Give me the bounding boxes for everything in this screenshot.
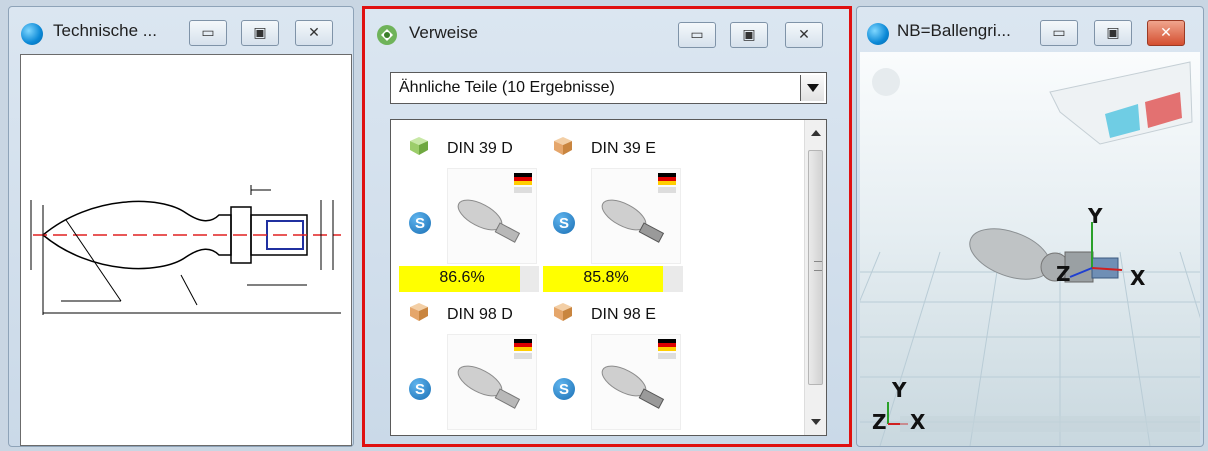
similar-parts-list[interactable]: DIN 39 D S 86.6% DIN 39 E S 85.8% DIN 98…: [390, 119, 827, 436]
close-button[interactable]: ✕: [295, 20, 333, 46]
references-icon: [377, 25, 397, 45]
y-axis-label: Y: [1088, 204, 1103, 228]
match-percent: 86.6%: [439, 269, 485, 286]
part-thumbnail[interactable]: [591, 168, 681, 264]
list-item[interactable]: DIN 39 E S 85.8%: [543, 126, 683, 292]
german-flag-icon: [514, 339, 532, 351]
scroll-up-icon[interactable]: [811, 130, 821, 136]
part-thumbnail[interactable]: [447, 168, 537, 264]
3d-scene: [860, 61, 1200, 446]
standard-badge-icon[interactable]: S: [553, 212, 575, 234]
z-axis-label: Z: [1056, 262, 1071, 286]
titlebar[interactable]: Verweise ▭ ▣ ✕: [365, 9, 849, 61]
maximize-button[interactable]: ▣: [1094, 20, 1132, 46]
german-flag-icon: [514, 173, 532, 185]
german-flag-icon: [658, 339, 676, 351]
3d-glasses-icon: [1049, 61, 1193, 145]
part-thumbnail[interactable]: [447, 334, 537, 430]
window-title: Technische ...: [53, 21, 157, 40]
list-item[interactable]: DIN 98 E S: [543, 292, 683, 435]
chevron-down-icon[interactable]: [800, 75, 824, 101]
minimize-button[interactable]: ▭: [189, 20, 227, 46]
german-flag-icon: [658, 173, 676, 185]
maximize-button[interactable]: ▣: [241, 20, 279, 46]
list-item[interactable]: DIN 39 D S 86.6%: [399, 126, 539, 292]
part-name: DIN 39 E: [591, 140, 656, 157]
mini-x-axis-label: X: [910, 410, 926, 434]
technical-drawing-window: Technische ... ▭ ▣ ✕: [8, 6, 354, 447]
din-label-icon: [658, 353, 676, 359]
maximize-button[interactable]: ▣: [730, 22, 768, 48]
close-button[interactable]: ✕: [785, 22, 823, 48]
part-thumbnail[interactable]: [591, 334, 681, 430]
part-name: DIN 39 D: [447, 140, 513, 157]
titlebar[interactable]: Technische ... ▭ ▣ ✕: [9, 7, 353, 59]
result-type-dropdown[interactable]: Ähnliche Teile (10 Ergebnisse): [390, 72, 827, 104]
window-title: NB=Ballengri...: [897, 21, 1011, 40]
3d-viewport[interactable]: Y Z X Y Z X: [860, 52, 1200, 446]
3d-viewer-window: NB=Ballengri... ▭ ▣ ✕ Y Z X Y Z X: [856, 6, 1204, 447]
scrollbar-thumb[interactable]: [808, 150, 823, 385]
x-axis-label: X: [1130, 266, 1146, 290]
minimize-button[interactable]: ▭: [1040, 20, 1078, 46]
minimize-button[interactable]: ▭: [678, 22, 716, 48]
app-globe-icon: [21, 23, 43, 45]
app-globe-icon: [867, 23, 889, 45]
part-cube-icon: [410, 137, 428, 155]
part-cube-icon: [554, 137, 572, 155]
grip-icon: [814, 261, 822, 271]
mini-y-axis-label: Y: [892, 378, 907, 402]
drawing-canvas[interactable]: [20, 54, 352, 446]
match-percent: 85.8%: [583, 269, 629, 286]
din-label-icon: [514, 187, 532, 193]
part-cube-icon: [410, 303, 428, 321]
din-label-icon: [514, 353, 532, 359]
vertical-scrollbar[interactable]: [804, 120, 826, 435]
match-bar: 86.6%: [399, 266, 539, 292]
mini-z-axis-label: Z: [872, 410, 887, 434]
din-label-icon: [658, 187, 676, 193]
standard-badge-icon[interactable]: S: [409, 378, 431, 400]
dropdown-value: Ähnliche Teile (10 Ergebnisse): [399, 79, 615, 96]
part-name: DIN 98 E: [591, 306, 656, 323]
technical-drawing: [30, 185, 341, 315]
list-item[interactable]: DIN 98 D S: [399, 292, 539, 435]
part-cube-icon: [554, 303, 572, 321]
match-bar: 85.8%: [543, 266, 683, 292]
standard-badge-icon[interactable]: S: [553, 378, 575, 400]
scroll-down-icon[interactable]: [811, 419, 821, 425]
standard-badge-icon[interactable]: S: [409, 212, 431, 234]
window-title: Verweise: [409, 23, 478, 42]
part-name: DIN 98 D: [447, 306, 513, 323]
close-button[interactable]: ✕: [1147, 20, 1185, 46]
references-window: Verweise ▭ ▣ ✕ Ähnliche Teile (10 Ergebn…: [362, 6, 852, 447]
handle-model: [969, 228, 1119, 283]
